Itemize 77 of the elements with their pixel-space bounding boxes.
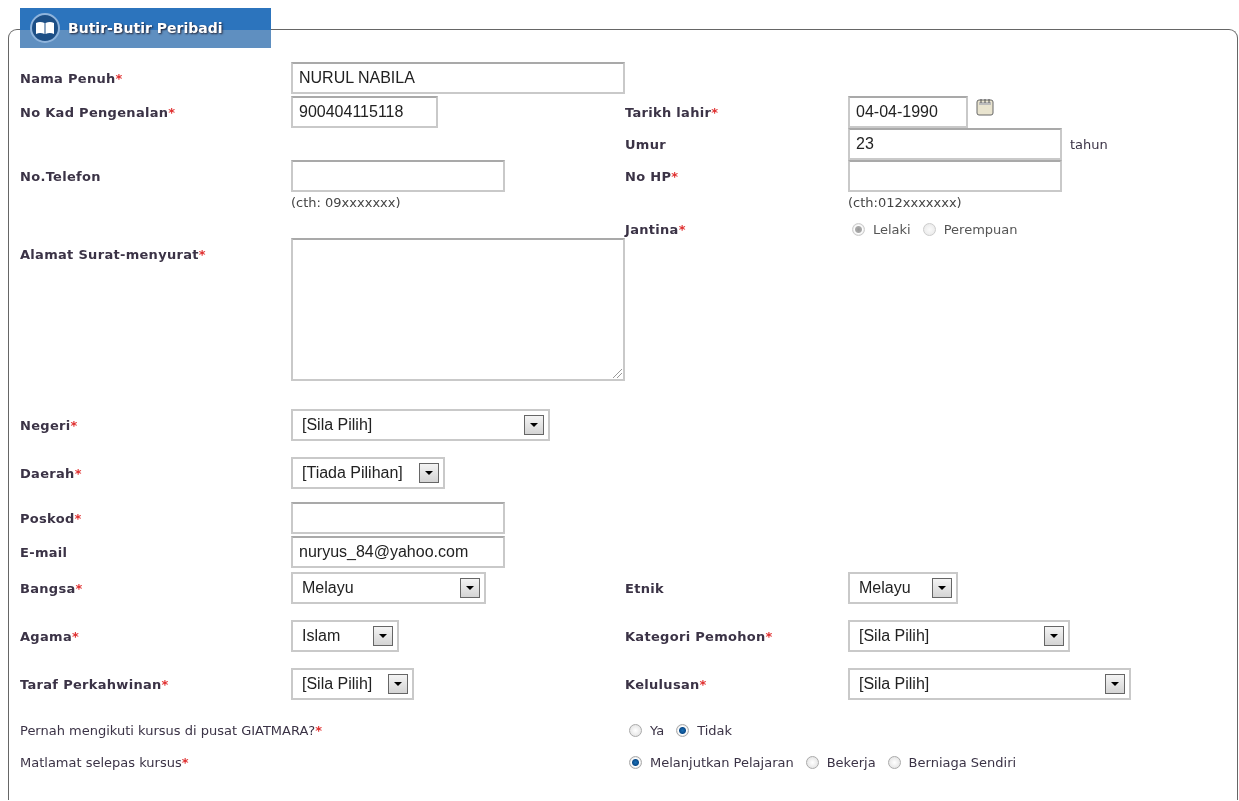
text-field[interactable]: 900404115118 — [291, 96, 438, 128]
field-label: Etnik — [625, 580, 664, 596]
dropdown[interactable]: [Sila Pilih] — [848, 620, 1070, 652]
text-field[interactable]: 23 — [848, 128, 1062, 160]
required-mark: * — [671, 168, 679, 184]
required-mark: * — [161, 676, 169, 692]
required-mark: * — [75, 580, 83, 596]
section-title: Butir-Butir Peribadi — [68, 20, 223, 36]
radio-button[interactable] — [676, 723, 690, 737]
required-mark: * — [765, 628, 773, 644]
dropdown[interactable]: [Sila Pilih] — [848, 668, 1131, 700]
date-field[interactable]: 04-04-1990 — [848, 96, 968, 128]
field-label: Agama — [20, 628, 72, 644]
field-label: Tarikh lahir — [625, 104, 712, 120]
dropdown[interactable]: Islam — [291, 620, 399, 652]
unit-label: tahun — [1070, 136, 1108, 152]
field-label: No Kad Pengenalan — [20, 104, 169, 120]
field-label: Jantina — [625, 221, 679, 237]
field-label: Pernah mengikuti kursus di pusat GIATMARA? — [20, 722, 316, 738]
book-icon — [30, 13, 60, 43]
radio-label[interactable]: Melanjutkan Pelajaran — [650, 754, 794, 770]
caret-icon — [466, 586, 474, 590]
text-field[interactable] — [291, 160, 505, 192]
field-label: Poskod — [20, 510, 75, 526]
radio-label[interactable]: Tidak — [697, 722, 733, 738]
dropdown[interactable]: [Sila Pilih] — [291, 668, 414, 700]
caret-icon — [530, 423, 538, 427]
dropdown[interactable]: Melayu — [848, 572, 958, 604]
caret-icon — [1050, 634, 1058, 638]
field-label: Matlamat selepas kursus — [20, 754, 182, 770]
caret-icon — [394, 682, 402, 686]
text-field[interactable] — [848, 160, 1062, 192]
required-mark: * — [315, 722, 323, 738]
required-mark: * — [74, 465, 82, 481]
required-mark: * — [74, 510, 82, 526]
field-label: Negeri — [20, 417, 71, 433]
text-field[interactable] — [291, 502, 505, 534]
format-hint: (cth: 09xxxxxxx) — [291, 195, 402, 210]
radio-label[interactable]: Ya — [650, 722, 665, 738]
calendar-icon[interactable] — [976, 98, 994, 116]
caret-icon — [379, 634, 387, 638]
field-label: Nama Penuh — [20, 70, 116, 86]
radio-button[interactable] — [629, 723, 642, 737]
required-mark: * — [181, 754, 189, 770]
field-label: Bangsa — [20, 580, 76, 596]
radio-label[interactable]: Bekerja — [826, 754, 876, 770]
field-label: Daerah — [20, 465, 75, 481]
dropdown[interactable]: Melayu — [291, 572, 486, 604]
caret-icon — [425, 471, 433, 475]
format-hint: (cth:012xxxxxxx) — [848, 195, 963, 210]
required-mark: * — [198, 246, 206, 262]
radio-button[interactable] — [887, 755, 901, 769]
field-label: E-mail — [20, 544, 68, 560]
required-mark: * — [70, 417, 78, 433]
caret-icon — [1111, 682, 1119, 686]
required-mark: * — [711, 104, 719, 120]
radio-button[interactable] — [629, 755, 642, 769]
field-label: No.Telefon — [20, 168, 101, 184]
required-mark: * — [71, 628, 79, 644]
radio-label[interactable]: Berniaga Sendiri — [908, 754, 1017, 770]
dropdown[interactable]: [Sila Pilih] — [291, 409, 550, 441]
address-field[interactable] — [291, 238, 625, 381]
caret-icon — [938, 586, 946, 590]
radio-button[interactable] — [805, 755, 819, 769]
text-field[interactable]: nuryus_84@yahoo.com — [291, 536, 505, 568]
field-label: Kategori Pemohon — [625, 628, 766, 644]
field-label: Alamat Surat-menyurat — [20, 246, 199, 262]
field-label: Umur — [625, 136, 666, 152]
field-label: Kelulusan — [625, 676, 700, 692]
required-mark: * — [699, 676, 707, 692]
required-mark: * — [168, 104, 176, 120]
text-field[interactable]: NURUL NABILA — [291, 62, 625, 94]
dropdown[interactable]: [Tiada Pilihan] — [291, 457, 445, 489]
field-label: No HP — [625, 168, 672, 184]
required-mark: * — [115, 70, 123, 86]
required-mark: * — [678, 221, 686, 237]
field-label: Taraf Perkahwinan — [20, 676, 162, 692]
